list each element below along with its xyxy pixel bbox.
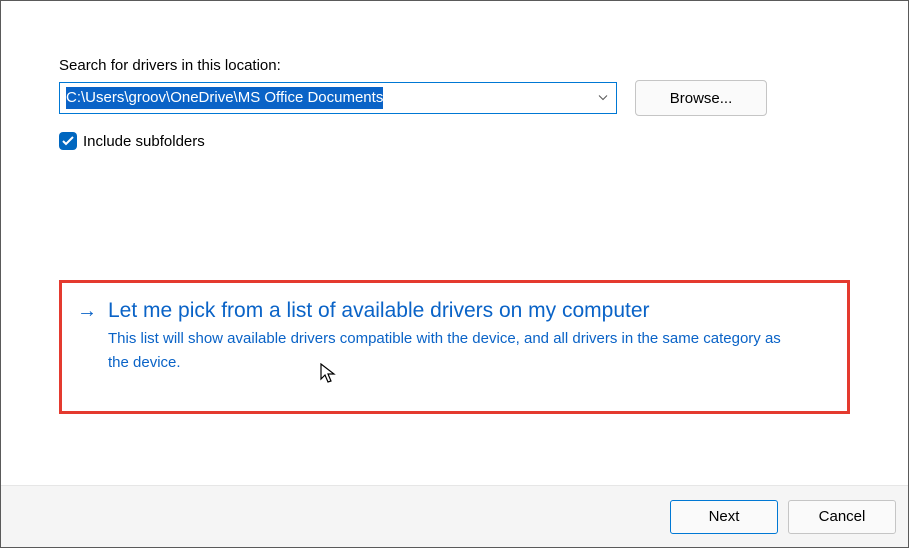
search-location-label: Search for drivers in this location: <box>59 57 850 74</box>
search-path-combobox[interactable]: C:\Users\groov\OneDrive\MS Office Docume… <box>59 82 617 114</box>
include-subfolders-label: Include subfolders <box>83 133 205 150</box>
option-description: This list will show available drivers co… <box>108 327 798 375</box>
search-path-value: C:\Users\groov\OneDrive\MS Office Docume… <box>66 87 383 109</box>
cancel-button[interactable]: Cancel <box>788 500 896 534</box>
arrow-right-icon: → <box>76 297 98 375</box>
include-subfolders-checkbox[interactable] <box>59 132 77 150</box>
pick-from-list-option[interactable]: → Let me pick from a list of available d… <box>59 280 850 414</box>
dialog-footer: Next Cancel <box>1 485 908 547</box>
option-title: Let me pick from a list of available dri… <box>108 297 829 325</box>
next-button[interactable]: Next <box>670 500 778 534</box>
browse-button[interactable]: Browse... <box>635 80 767 116</box>
chevron-down-icon <box>598 93 608 104</box>
